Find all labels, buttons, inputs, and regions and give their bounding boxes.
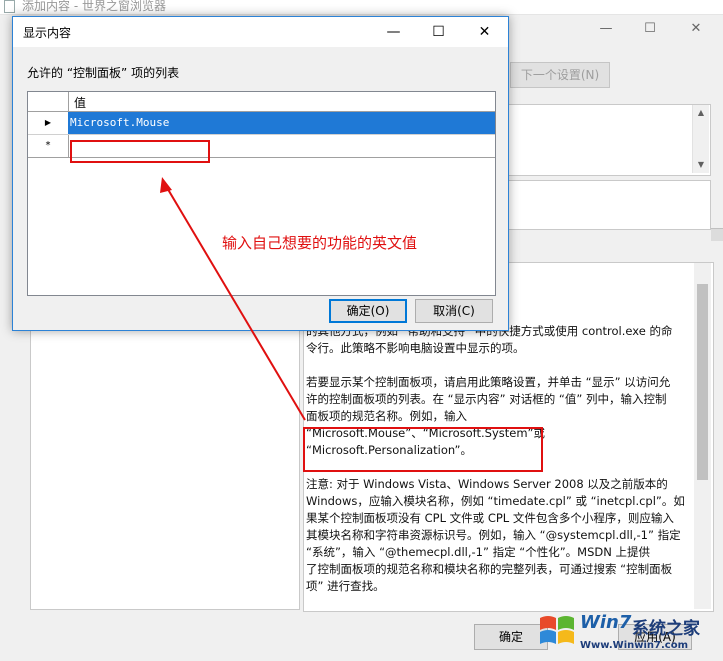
annotation-arrow-line xyxy=(165,185,306,421)
watermark-brand: 系统之家 xyxy=(632,619,700,639)
watermark-logo-text: Win7 xyxy=(580,612,632,633)
annotation-arrow xyxy=(160,177,306,421)
windows-logo-icon xyxy=(540,616,574,644)
watermark: Win7 系统之家 Www.Winwin7.com xyxy=(536,606,718,658)
annotation-arrow-head xyxy=(160,177,172,193)
watermark-url: Www.Winwin7.com xyxy=(580,640,689,651)
